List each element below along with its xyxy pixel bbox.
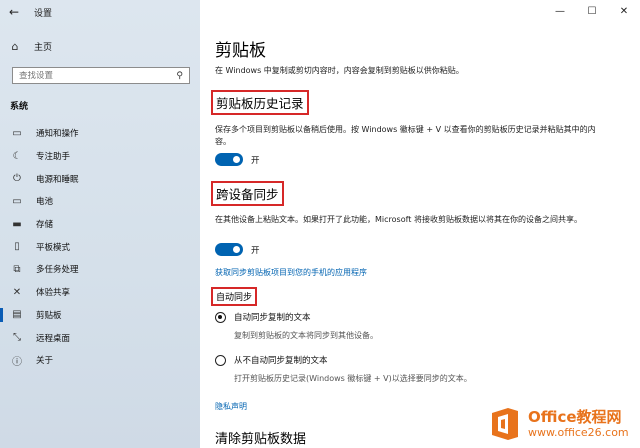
home-icon: ⌂: [11, 39, 19, 53]
clipboard-history-heading: 剪贴板历史记录: [211, 90, 309, 115]
clipboard-history-toggle-label: 开: [251, 155, 260, 166]
watermark: Office教程网 www.office26.com: [486, 402, 636, 446]
search-icon[interactable]: ⚲: [176, 71, 183, 81]
titlebar-left: ← 设置: [0, 0, 200, 24]
info-icon: ⓘ: [12, 356, 22, 368]
sidebar-section-title: 系统: [10, 102, 29, 112]
sidebar-item-tablet[interactable]: ▯ 平板模式: [0, 235, 200, 258]
remote-icon: ⤡: [13, 332, 21, 344]
sidebar-item-label: 体验共享: [36, 288, 71, 299]
window-controls: — ☐ ✕: [544, 0, 640, 22]
radio-never-sync[interactable]: 从不自动同步复制的文本: [215, 354, 328, 366]
sidebar-item-multitasking[interactable]: ⧉ 多任务处理: [0, 258, 200, 281]
sidebar-item-power[interactable]: ⏻ 电源和睡眠: [0, 167, 200, 190]
radio-never-sync-label: 从不自动同步复制的文本: [234, 356, 328, 366]
maximize-icon: ☐: [587, 5, 597, 17]
minimize-icon: —: [555, 5, 565, 17]
sidebar-item-focus-assist[interactable]: ☾ 专注助手: [0, 145, 200, 168]
sync-heading: 跨设备同步: [211, 181, 284, 206]
radio-auto-sync-label: 自动同步复制的文本: [234, 313, 311, 323]
clipboard-icon: ▤: [12, 309, 22, 321]
sidebar-item-label: 通知和操作: [36, 129, 79, 140]
search-input[interactable]: [19, 70, 159, 81]
maximize-button[interactable]: ☐: [576, 0, 608, 22]
watermark-text: Office教程网 www.office26.com: [528, 408, 629, 440]
clear-clipboard-heading: 清除剪贴板数据: [215, 432, 307, 447]
sync-text: 在其他设备上粘贴文本。如果打开了此功能，Microsoft 将接收剪贴板数据以将…: [215, 215, 582, 224]
sidebar-nav: ▭ 通知和操作 ☾ 专注助手 ⏻ 电源和睡眠 ▭ 电池 ▬ 存储 ▯ 平板模式 …: [0, 122, 200, 372]
clipboard-history-toggle-row: 开: [215, 153, 260, 166]
clipboard-history-toggle[interactable]: [215, 153, 243, 166]
minimize-button[interactable]: —: [544, 0, 576, 22]
back-button[interactable]: ←: [0, 0, 28, 24]
radio-auto-sync-button[interactable]: [215, 311, 226, 323]
sidebar-item-about[interactable]: ⓘ 关于: [0, 349, 200, 372]
moon-icon: ☾: [12, 150, 22, 162]
watermark-brand: Office教程网: [528, 408, 622, 426]
radio-auto-sync[interactable]: 自动同步复制的文本: [215, 311, 311, 323]
sync-toggle[interactable]: [215, 243, 243, 256]
home-label: 主页: [34, 42, 53, 53]
sidebar-item-storage[interactable]: ▬ 存储: [0, 213, 200, 236]
page-description: 在 Windows 中复制或剪切内容时，内容会复制到剪贴板以供你粘贴。: [215, 66, 464, 75]
sidebar: ← 设置 ⌂ 主页 ⚲ 系统 ▭ 通知和操作 ☾ 专注助手 ⏻ 电源和睡眠 ▭ …: [0, 0, 200, 448]
sidebar-item-notifications[interactable]: ▭ 通知和操作: [0, 122, 200, 145]
sidebar-item-label: 专注助手: [36, 152, 71, 163]
sidebar-item-label: 多任务处理: [36, 265, 79, 276]
radio-never-sync-description: 打开剪贴板历史记录(Windows 徽标键 + V)以选择要同步的文本。: [234, 374, 472, 383]
sidebar-item-label: 存储: [36, 220, 54, 231]
close-icon: ✕: [619, 5, 629, 17]
sidebar-item-shared-experiences[interactable]: ✕ 体验共享: [0, 281, 200, 304]
sidebar-item-label: 电池: [36, 197, 54, 208]
sidebar-item-label: 远程桌面: [36, 333, 71, 344]
sidebar-item-label: 剪贴板: [36, 310, 62, 321]
sidebar-item-label: 平板模式: [36, 242, 71, 253]
radio-auto-sync-description: 复制到剪贴板的文本将同步到其他设备。: [234, 331, 378, 340]
storage-icon: ▬: [12, 218, 22, 230]
message-icon: ▭: [12, 127, 22, 139]
sidebar-home[interactable]: ⌂ 主页: [8, 38, 53, 54]
multitask-icon: ⧉: [13, 263, 21, 275]
sidebar-item-clipboard[interactable]: ▤ 剪贴板: [0, 304, 200, 327]
privacy-link[interactable]: 隐私声明: [215, 401, 247, 412]
back-arrow-icon: ←: [8, 5, 20, 19]
battery-icon: ▭: [12, 195, 22, 207]
auto-sync-heading: 自动同步: [211, 287, 258, 306]
sidebar-item-remote-desktop[interactable]: ⤡ 远程桌面: [0, 326, 200, 349]
share-icon: ✕: [12, 286, 22, 298]
sidebar-item-label: 电源和睡眠: [36, 174, 79, 185]
sidebar-item-label: 关于: [36, 356, 54, 367]
app-title: 设置: [34, 8, 53, 19]
sync-toggle-label: 开: [251, 245, 260, 256]
tablet-icon: ▯: [14, 241, 20, 253]
power-icon: ⏻: [13, 173, 21, 185]
sync-toggle-row: 开: [215, 243, 260, 256]
watermark-url: www.office26.com: [528, 426, 629, 439]
close-button[interactable]: ✕: [608, 0, 640, 22]
clipboard-history-text: 保存多个项目到剪贴板以备稍后使用。按 Windows 徽标键 + V 以查看你的…: [215, 125, 596, 146]
radio-never-sync-button[interactable]: [215, 354, 226, 366]
phone-app-link[interactable]: 获取同步剪贴板项目到您的手机的应用程序: [215, 267, 367, 278]
sidebar-item-battery[interactable]: ▭ 电池: [0, 190, 200, 213]
page-title: 剪贴板: [215, 41, 266, 61]
search-box[interactable]: ⚲: [12, 67, 190, 84]
office-logo-icon: [486, 405, 524, 443]
